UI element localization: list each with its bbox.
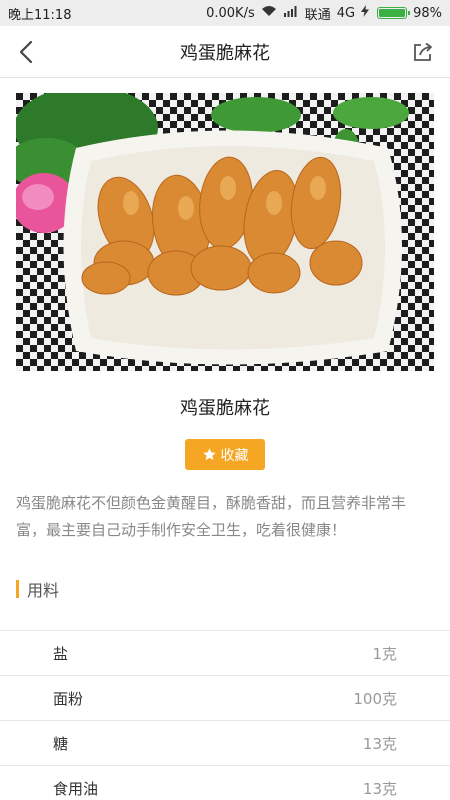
page-title: 鸡蛋脆麻花 — [180, 42, 270, 64]
share-icon — [414, 42, 432, 61]
leaf — [333, 97, 409, 129]
ingredient-name: 食用油 — [53, 779, 99, 798]
leaf — [211, 97, 301, 133]
ingredient-row: 面粉 100克 — [0, 676, 450, 721]
ingredients-section-header: 用料 — [16, 578, 59, 600]
battery-percent: 98% — [413, 5, 442, 21]
ingredients-list: 盐 1克 面粉 100克 糖 13克 食用油 13克 — [0, 630, 450, 800]
share-button[interactable] — [408, 36, 438, 68]
ingredient-row: 盐 1克 — [0, 631, 450, 676]
recipe-photo — [16, 93, 434, 371]
ingredient-amount: 13克 — [362, 734, 397, 753]
carrier-name: 联通 — [304, 7, 331, 23]
network-type: 4G — [336, 5, 356, 21]
collect-label: 收藏 — [220, 447, 249, 464]
collect-button[interactable]: 收藏 — [185, 439, 265, 470]
status-bar: 晚上11:18 0.00K/s 联通 4G 98% — [0, 0, 450, 26]
ingredient-row: 糖 13克 — [0, 721, 450, 766]
status-time: 晚上11:18 — [8, 7, 72, 23]
ingredient-name: 糖 — [53, 734, 69, 753]
section-accent-bar — [16, 580, 19, 598]
back-button[interactable] — [10, 36, 42, 68]
ingredient-name: 盐 — [53, 644, 69, 663]
ingredient-amount: 1克 — [372, 644, 397, 663]
network-speed: 0.00K/s — [206, 5, 255, 21]
battery-icon — [377, 7, 411, 19]
ingredients-title: 用料 — [27, 581, 60, 600]
ingredient-name: 面粉 — [53, 689, 84, 708]
ingredient-row: 食用油 13克 — [0, 766, 450, 800]
ingredient-amount: 100克 — [353, 689, 397, 708]
star-icon — [202, 448, 216, 461]
nav-bar: 鸡蛋脆麻花 — [0, 26, 450, 78]
chevron-left-icon — [19, 40, 33, 64]
signal-icon — [283, 5, 299, 21]
recipe-title: 鸡蛋脆麻花 — [180, 398, 270, 419]
wifi-icon — [261, 5, 277, 21]
ingredient-amount: 13克 — [362, 779, 397, 798]
charging-icon — [361, 5, 370, 21]
recipe-description: 鸡蛋脆麻花不但颜色金黄醒目，酥脆香甜，而且营养非常丰富，最主要自己动手制作安全卫… — [16, 494, 407, 539]
